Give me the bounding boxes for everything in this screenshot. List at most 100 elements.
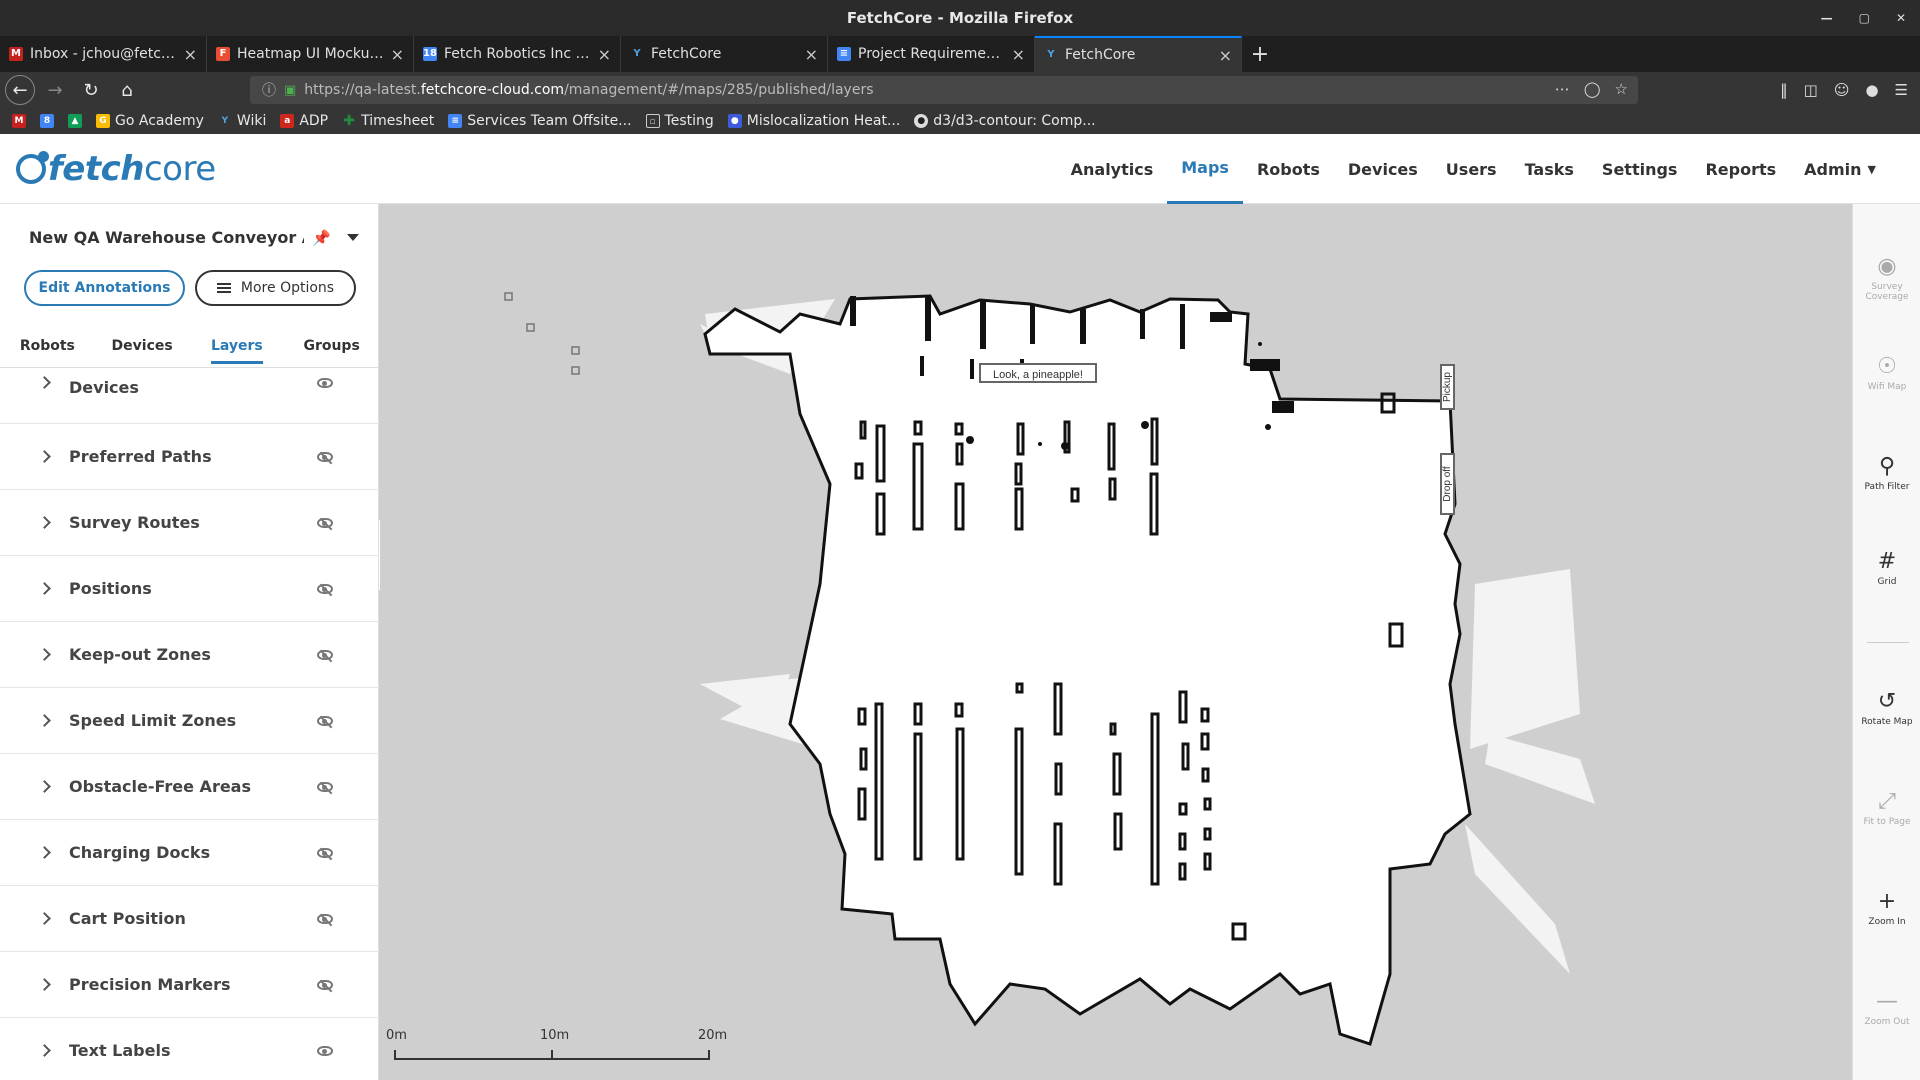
- bookmark-go-academy[interactable]: G Go Academy: [96, 113, 204, 129]
- zoom-out-button[interactable]: — Zoom Out: [1853, 989, 1920, 1027]
- chevron-right-icon[interactable]: [38, 376, 51, 389]
- extension-icon[interactable]: ●: [1865, 81, 1878, 99]
- rotate-map-button[interactable]: ↺ Rotate Map: [1853, 689, 1920, 727]
- close-window-icon[interactable]: ✕: [1896, 11, 1906, 25]
- close-tab-icon[interactable]: ×: [184, 45, 197, 64]
- browser-tab-active[interactable]: Y FetchCore ×: [1035, 36, 1242, 72]
- url-bar[interactable]: ⓘ ▣ https://qa-latest. fetchcore-cloud.co…: [250, 76, 1638, 104]
- survey-coverage-button[interactable]: ◉ Survey Coverage: [1853, 254, 1920, 302]
- zoom-in-button[interactable]: + Zoom In: [1853, 889, 1920, 927]
- back-button[interactable]: ←: [5, 75, 35, 105]
- layer-row-speed-limit-zones[interactable]: Speed Limit Zones: [0, 688, 379, 754]
- browser-tab[interactable]: ≡ Project Requirements & ×: [828, 36, 1035, 72]
- info-icon[interactable]: ⓘ: [262, 80, 276, 100]
- close-tab-icon[interactable]: ×: [805, 45, 818, 64]
- occupancy-map[interactable]: Look, a pineapple! Pickup Drop off: [380, 204, 1852, 1080]
- fit-to-page-button[interactable]: ⤢ Fit to Page: [1853, 789, 1920, 827]
- chevron-right-icon[interactable]: [38, 1044, 51, 1057]
- close-tab-icon[interactable]: ×: [391, 45, 404, 64]
- nav-users[interactable]: Users: [1432, 134, 1511, 204]
- layer-row-text-labels[interactable]: Text Labels: [0, 1018, 379, 1080]
- grid-button[interactable]: # Grid: [1853, 549, 1920, 587]
- bookmark-calendar[interactable]: 8: [40, 114, 54, 128]
- tab-groups[interactable]: Groups: [284, 324, 379, 367]
- eye-icon[interactable]: [317, 378, 333, 388]
- bookmark-d3-contour[interactable]: ● d3/d3-contour: Comp...: [914, 113, 1096, 129]
- browser-tab[interactable]: 18 Fetch Robotics Inc - Cale ×: [414, 36, 621, 72]
- chevron-right-icon[interactable]: [38, 582, 51, 595]
- layer-row-precision-markers[interactable]: Precision Markers: [0, 952, 379, 1018]
- layer-row-keep-out-zones[interactable]: Keep-out Zones: [0, 622, 379, 688]
- layer-row-charging-docks[interactable]: Charging Docks: [0, 820, 379, 886]
- fetchcore-logo[interactable]: fetch core: [16, 148, 216, 190]
- layer-row-survey-routes[interactable]: Survey Routes: [0, 490, 379, 556]
- forward-button[interactable]: →: [39, 76, 71, 104]
- eye-slash-icon[interactable]: [317, 517, 333, 528]
- layer-row-obstacle-free-areas[interactable]: Obstacle-Free Areas: [0, 754, 379, 820]
- chevron-down-icon[interactable]: [347, 234, 359, 241]
- nav-settings[interactable]: Settings: [1588, 134, 1692, 204]
- chevron-right-icon[interactable]: [38, 516, 51, 529]
- chevron-right-icon[interactable]: [38, 978, 51, 991]
- browser-tab[interactable]: M Inbox - jchou@fetchrobo ×: [0, 36, 207, 72]
- minimize-icon[interactable]: —: [1821, 11, 1833, 25]
- eye-slash-icon[interactable]: [317, 847, 333, 858]
- eye-icon[interactable]: [317, 1045, 333, 1056]
- browser-tab[interactable]: F Heatmap UI Mockup – Fi ×: [207, 36, 414, 72]
- tab-devices[interactable]: Devices: [95, 324, 190, 367]
- chevron-right-icon[interactable]: [38, 780, 51, 793]
- tab-robots[interactable]: Robots: [0, 324, 95, 367]
- layer-row-positions[interactable]: Positions: [0, 556, 379, 622]
- chevron-right-icon[interactable]: [38, 714, 51, 727]
- bookmark-testing[interactable]: ▫ Testing: [645, 113, 714, 129]
- bookmark-wiki[interactable]: Y Wiki: [218, 113, 267, 129]
- layer-row-devices[interactable]: Devices: [0, 368, 379, 424]
- nav-reports[interactable]: Reports: [1691, 134, 1790, 204]
- eye-slash-icon[interactable]: [317, 451, 333, 462]
- pin-icon[interactable]: 📌: [312, 229, 331, 247]
- nav-maps[interactable]: Maps: [1167, 134, 1243, 204]
- nav-tasks[interactable]: Tasks: [1511, 134, 1588, 204]
- eye-slash-icon[interactable]: [317, 979, 333, 990]
- eye-slash-icon[interactable]: [317, 583, 333, 594]
- page-actions-icon[interactable]: ⋯: [1555, 80, 1570, 98]
- device-markers[interactable]: [504, 292, 580, 375]
- eye-slash-icon[interactable]: [317, 715, 333, 726]
- chevron-right-icon[interactable]: [38, 450, 51, 463]
- layer-row-preferred-paths[interactable]: Preferred Paths: [0, 424, 379, 490]
- path-filter-button[interactable]: ⚲ Path Filter: [1853, 454, 1920, 492]
- nav-devices[interactable]: Devices: [1334, 134, 1432, 204]
- map-canvas[interactable]: Look, a pineapple! Pickup Drop off 0m 10…: [380, 204, 1852, 1080]
- chevron-right-icon[interactable]: [38, 846, 51, 859]
- wifi-map-button[interactable]: ☉ Wifi Map: [1853, 354, 1920, 392]
- nav-analytics[interactable]: Analytics: [1057, 134, 1168, 204]
- more-options-button[interactable]: More Options: [195, 270, 356, 306]
- bookmark-mislocalization[interactable]: ● Mislocalization Heat...: [727, 113, 900, 129]
- reload-button[interactable]: ↻: [75, 76, 107, 104]
- pocket-icon[interactable]: ◯: [1584, 80, 1601, 98]
- bookmark-services-offsite[interactable]: ≡ Services Team Offsite...: [448, 113, 632, 129]
- chevron-right-icon[interactable]: [38, 912, 51, 925]
- edit-annotations-button[interactable]: Edit Annotations: [24, 270, 185, 306]
- close-tab-icon[interactable]: ×: [1012, 45, 1025, 64]
- browser-tab[interactable]: Y FetchCore ×: [621, 36, 828, 72]
- sidebar-icon[interactable]: ◫: [1804, 81, 1818, 99]
- nav-robots[interactable]: Robots: [1243, 134, 1334, 204]
- chevron-right-icon[interactable]: [38, 648, 51, 661]
- eye-slash-icon[interactable]: [317, 781, 333, 792]
- menu-icon[interactable]: ☰: [1895, 81, 1908, 99]
- library-icon[interactable]: ‖: [1780, 81, 1788, 99]
- eye-slash-icon[interactable]: [317, 913, 333, 924]
- bookmark-timesheet[interactable]: ✚ Timesheet: [342, 113, 434, 129]
- close-tab-icon[interactable]: ×: [598, 45, 611, 64]
- bookmark-adp[interactable]: a ADP: [280, 113, 328, 129]
- layer-row-cart-position[interactable]: Cart Position: [0, 886, 379, 952]
- bookmark-drive[interactable]: ▲: [68, 114, 82, 128]
- account-icon[interactable]: ☺: [1834, 81, 1850, 99]
- maximize-icon[interactable]: ▢: [1859, 11, 1870, 25]
- home-button[interactable]: ⌂: [111, 76, 143, 104]
- nav-admin[interactable]: Admin ▼: [1790, 134, 1890, 204]
- tab-layers[interactable]: Layers: [190, 324, 285, 367]
- bookmark-star-icon[interactable]: ☆: [1615, 80, 1628, 98]
- bookmark-gmail[interactable]: M: [12, 114, 26, 128]
